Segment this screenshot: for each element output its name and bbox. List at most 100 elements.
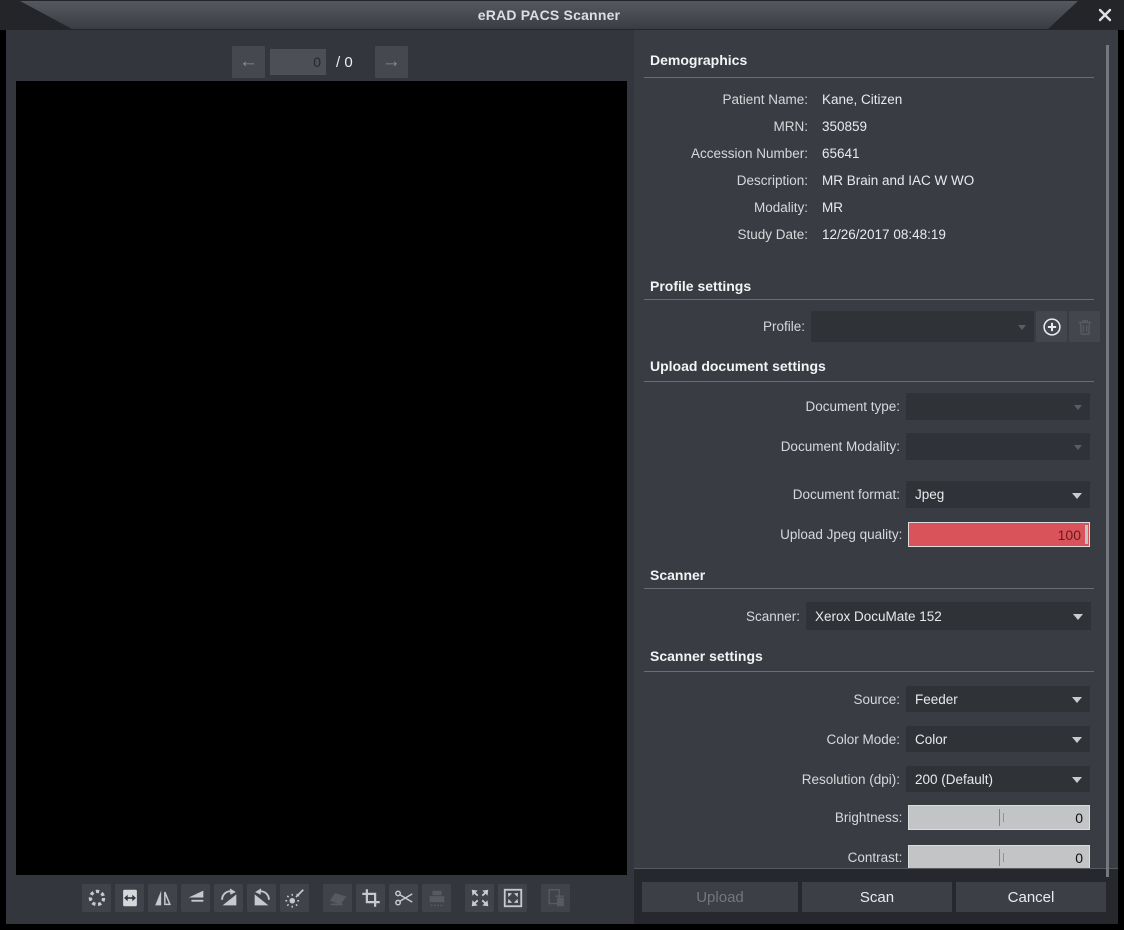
- brightness-row: Brightness: 0: [650, 805, 1090, 830]
- slider-handle[interactable]: [999, 849, 1000, 866]
- color-mode-value: Color: [906, 732, 947, 747]
- source-value: Feeder: [906, 692, 958, 707]
- patient-name-row: Patient Name: Kane, Citizen: [650, 92, 1090, 114]
- modality-value: MR: [822, 200, 843, 222]
- image-toolbar: [82, 884, 574, 912]
- page-number-input[interactable]: [270, 49, 326, 75]
- close-button[interactable]: [1094, 5, 1116, 25]
- mrn-row: MRN: 350859: [650, 119, 1090, 141]
- crop-button[interactable]: [356, 884, 385, 912]
- modality-row: Modality: MR: [650, 200, 1090, 222]
- chevron-down-icon: [1072, 777, 1082, 783]
- divider: [644, 299, 1094, 300]
- document-type-label: Document type:: [650, 399, 900, 414]
- jpeg-quality-row: Upload Jpeg quality: 100: [650, 522, 1090, 547]
- next-page-button[interactable]: →: [375, 46, 408, 78]
- resolution-value: 200 (Default): [906, 772, 993, 787]
- resolution-dropdown[interactable]: 200 (Default): [906, 766, 1090, 792]
- jpeg-quality-slider[interactable]: 100: [908, 522, 1090, 547]
- print-button[interactable]: [422, 884, 451, 912]
- cut-button[interactable]: [389, 884, 418, 912]
- page-navigation: ← / 0 →: [232, 46, 408, 78]
- auto-enhance-button[interactable]: [280, 884, 309, 912]
- slider-handle[interactable]: [999, 809, 1000, 826]
- source-row: Source: Feeder: [650, 686, 1090, 712]
- scanner-label: Scanner:: [650, 609, 800, 624]
- color-mode-dropdown[interactable]: Color: [906, 726, 1090, 752]
- modality-label: Modality:: [650, 200, 808, 222]
- scanner-row: Scanner: Xerox DocuMate 152: [650, 602, 1100, 630]
- flip-vertical-button[interactable]: [181, 884, 210, 912]
- fit-width-icon: [119, 887, 141, 909]
- accession-value: 65641: [822, 146, 860, 168]
- contrast-value: 0: [1075, 850, 1083, 866]
- delete-page-icon: [545, 887, 567, 909]
- document-modality-row: Document Modality:: [650, 433, 1090, 460]
- settings-panel: Demographics Patient Name: Kane, Citizen…: [634, 30, 1118, 924]
- mrn-value: 350859: [822, 119, 867, 141]
- divider: [644, 381, 1094, 382]
- divider: [644, 671, 1094, 672]
- fit-to-window-button[interactable]: [498, 884, 527, 912]
- delete-page-button[interactable]: [541, 884, 570, 912]
- crop-icon: [360, 887, 382, 909]
- acquire-scan-button[interactable]: [323, 884, 352, 912]
- document-format-row: Document format: Jpeg: [650, 481, 1090, 508]
- flip-horizontal-icon: [152, 887, 174, 909]
- brightness-slider[interactable]: 0: [908, 805, 1090, 830]
- delete-profile-button[interactable]: [1069, 311, 1100, 342]
- auto-enhance-icon: [284, 887, 306, 909]
- chevron-down-icon: [1072, 697, 1082, 703]
- document-format-label: Document format:: [650, 487, 900, 502]
- study-date-value: 12/26/2017 08:48:19: [822, 227, 946, 249]
- divider: [644, 77, 1094, 78]
- divider: [634, 868, 1118, 869]
- upload-button[interactable]: Upload: [642, 882, 798, 912]
- scanner-dropdown[interactable]: Xerox DocuMate 152: [806, 602, 1091, 630]
- document-format-dropdown[interactable]: Jpeg: [906, 481, 1090, 508]
- profile-settings-header: Profile settings: [650, 278, 1090, 294]
- description-label: Description:: [650, 173, 808, 195]
- patient-name-value: Kane, Citizen: [822, 92, 902, 114]
- cancel-button[interactable]: Cancel: [956, 882, 1106, 912]
- add-profile-button[interactable]: [1036, 311, 1067, 342]
- jpeg-quality-label: Upload Jpeg quality:: [650, 527, 902, 542]
- chevron-down-icon: [1073, 614, 1083, 620]
- prev-page-button[interactable]: ←: [232, 46, 265, 78]
- expand-button[interactable]: [465, 884, 494, 912]
- scan-button[interactable]: Scan: [802, 882, 952, 912]
- profile-dropdown[interactable]: [811, 311, 1034, 342]
- rotate-right-icon: [218, 887, 240, 909]
- document-modality-label: Document Modality:: [650, 439, 900, 454]
- rotate-right-button[interactable]: [214, 884, 243, 912]
- document-modality-dropdown[interactable]: [906, 433, 1090, 460]
- patient-name-label: Patient Name:: [650, 92, 808, 114]
- flip-horizontal-button[interactable]: [148, 884, 177, 912]
- profile-label: Profile:: [650, 319, 805, 334]
- resolution-row: Resolution (dpi): 200 (Default): [650, 766, 1090, 792]
- demographics-header: Demographics: [650, 52, 1090, 68]
- rotate-left-button[interactable]: [247, 884, 276, 912]
- scanner-value: Xerox DocuMate 152: [806, 609, 942, 624]
- fit-width-button[interactable]: [115, 884, 144, 912]
- source-label: Source:: [650, 692, 900, 707]
- upload-settings-header: Upload document settings: [650, 358, 1090, 374]
- document-type-dropdown[interactable]: [906, 393, 1090, 420]
- document-type-row: Document type:: [650, 393, 1090, 420]
- expand-icon: [469, 887, 491, 909]
- description-value: MR Brain and IAC W WO: [822, 173, 974, 195]
- description-row: Description: MR Brain and IAC W WO: [650, 173, 1090, 195]
- panel-scrollbar[interactable]: [1106, 45, 1109, 877]
- image-preview-pane[interactable]: [16, 81, 627, 875]
- chevron-down-icon: [1074, 445, 1082, 450]
- contrast-slider[interactable]: 0: [908, 845, 1090, 870]
- mrn-label: MRN:: [650, 119, 808, 141]
- rotate-free-button[interactable]: [82, 884, 111, 912]
- study-date-row: Study Date: 12/26/2017 08:48:19: [650, 227, 1090, 249]
- slider-handle[interactable]: [1085, 525, 1088, 544]
- accession-row: Accession Number: 65641: [650, 146, 1090, 168]
- arrow-right-icon: →: [382, 51, 401, 72]
- trash-icon: [1075, 317, 1095, 337]
- accession-label: Accession Number:: [650, 146, 808, 168]
- source-dropdown[interactable]: Feeder: [906, 686, 1090, 712]
